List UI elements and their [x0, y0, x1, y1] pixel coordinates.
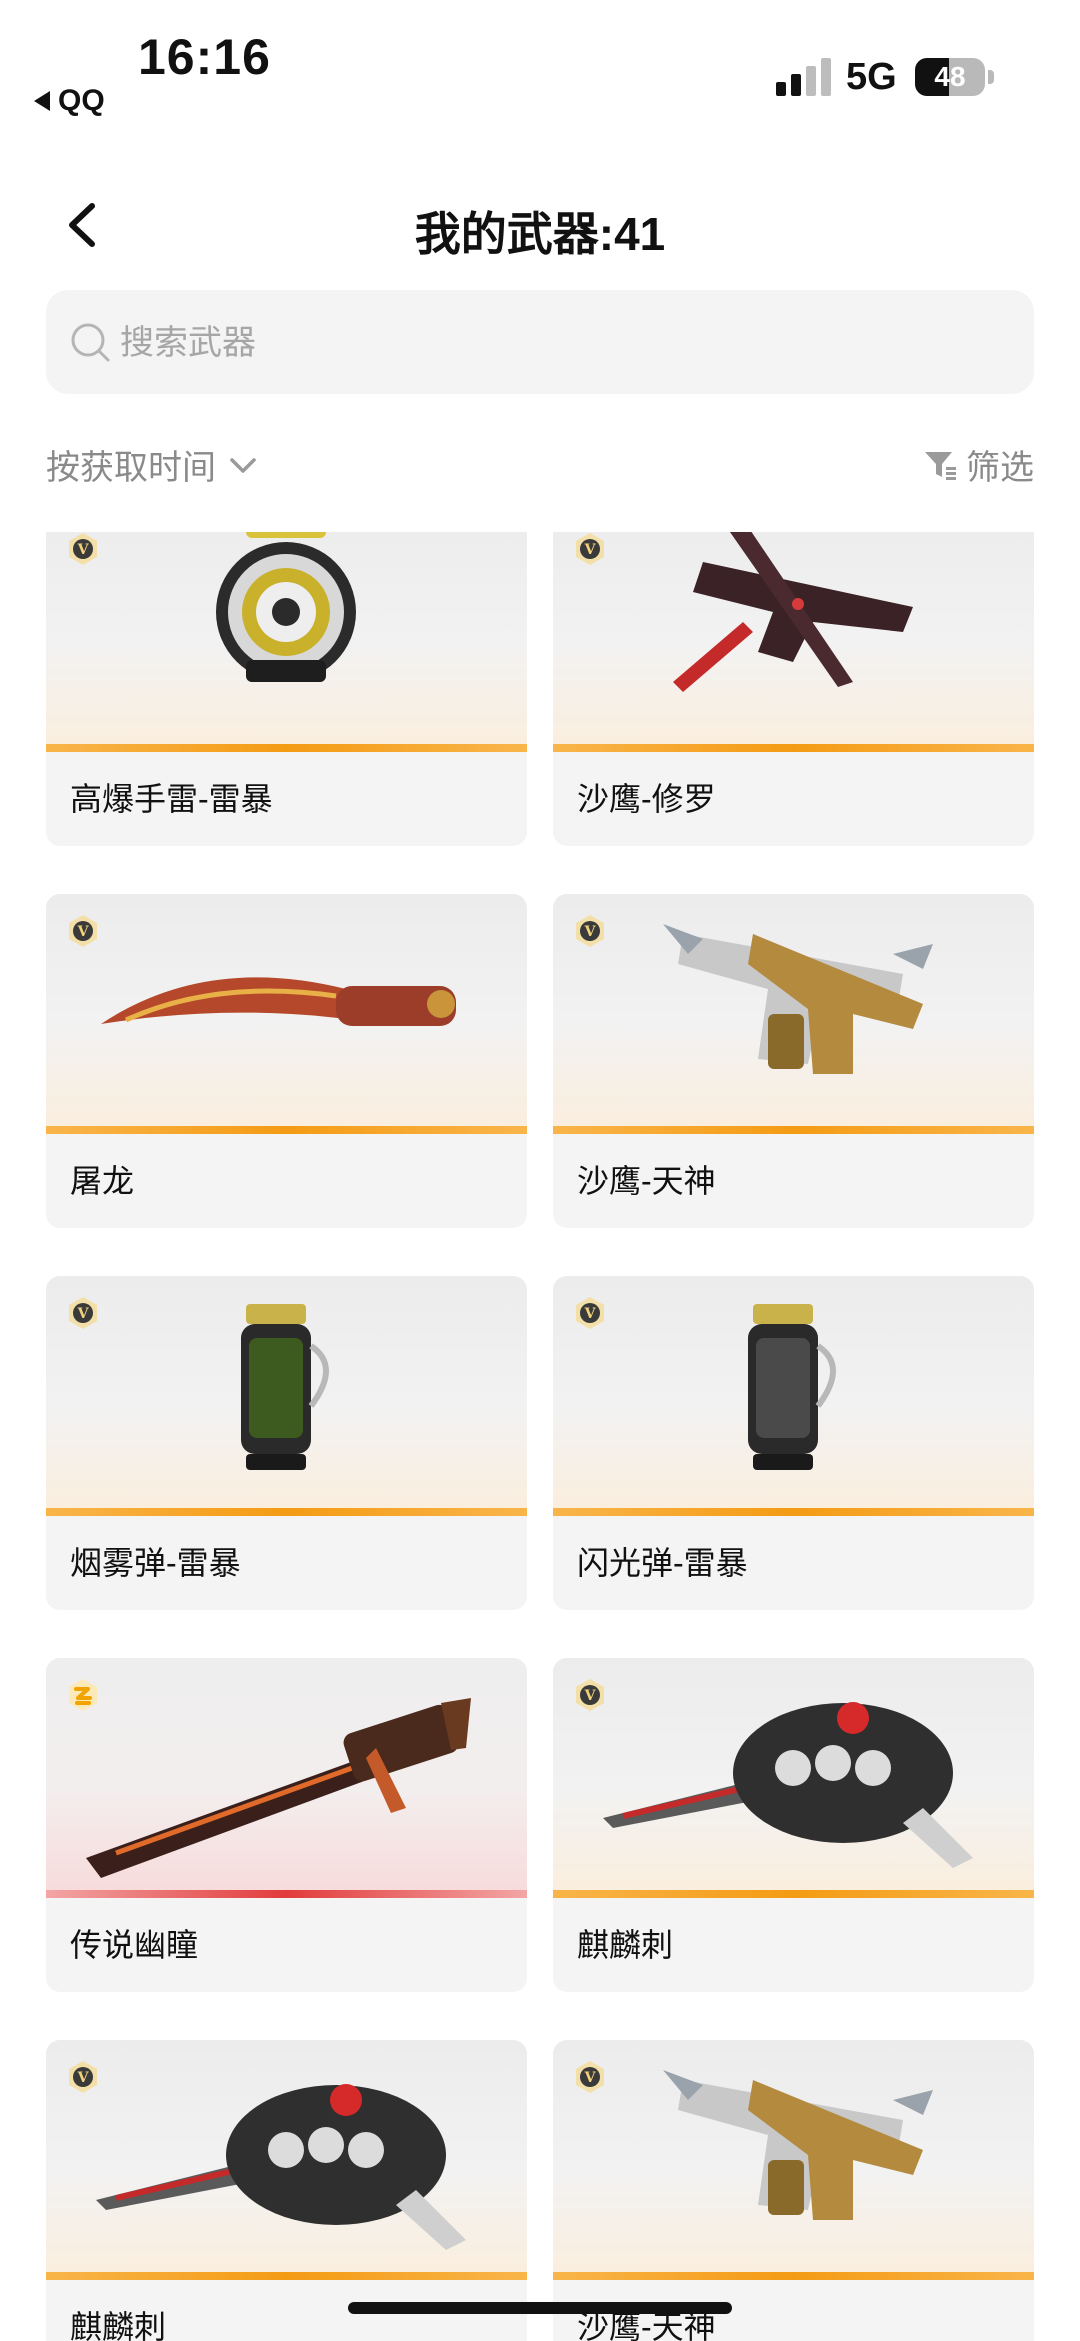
weapon-image: V	[553, 1658, 1034, 1898]
weapon-name: 烟雾弹-雷暴	[70, 1545, 241, 1581]
pistol-icon	[673, 532, 913, 692]
back-app-label: QQ	[58, 84, 105, 117]
rarity-bar	[553, 744, 1034, 752]
battery-tip	[988, 70, 994, 84]
weapon-name: 麒麟刺	[577, 1927, 674, 1963]
grenade-icon	[216, 532, 356, 682]
weapon-card[interactable]: V 沙鹰-修罗	[553, 532, 1034, 846]
weapon-image: V	[46, 894, 527, 1134]
signal-strength-icon	[776, 52, 831, 96]
search-input[interactable]	[118, 290, 1002, 396]
status-time: 16:16	[138, 29, 271, 85]
weapon-card[interactable]: V 麒麟刺	[46, 2040, 527, 2341]
flash-grenade-icon	[748, 1304, 836, 1470]
weapon-image: V	[553, 894, 1034, 1134]
svg-text:V: V	[584, 1306, 597, 1322]
weapon-name: 麒麟刺	[70, 2309, 167, 2341]
weapon-card[interactable]: V 烟雾弹-雷暴	[46, 1276, 527, 1610]
filter-label: 筛选	[966, 449, 1034, 487]
rarity-bar	[46, 1126, 527, 1134]
svg-text:V: V	[77, 542, 90, 558]
search-icon	[71, 323, 110, 362]
back-to-app-link[interactable]: QQ	[34, 84, 105, 118]
rarity-bar	[46, 2272, 527, 2280]
weapon-image: V	[46, 2040, 527, 2280]
weapon-image: V	[553, 2040, 1034, 2280]
weapon-grid-viewport: V 高爆手雷-雷暴 V 沙鹰-修罗 V 屠龙 V 沙鹰-天神 V 烟雾弹-雷暴 V 闪光弹-…	[0, 532, 1080, 2341]
navigation-bar: 我的武器:41	[0, 180, 1080, 270]
weapon-name: 沙鹰-天神	[577, 1163, 716, 1199]
rarity-bar	[46, 1508, 527, 1516]
sort-label: 按获取时间	[46, 449, 216, 487]
rarity-bar	[46, 1890, 527, 1898]
svg-text:V: V	[77, 1306, 90, 1322]
sort-dropdown[interactable]: 按获取时间	[46, 440, 260, 489]
status-bar: 16:16 QQ 5G 48	[0, 0, 1080, 130]
weapon-card[interactable]: 传说幽瞳	[46, 1658, 527, 1992]
sniper-rifle-icon	[86, 1698, 471, 1878]
weapon-image: V	[553, 532, 1034, 752]
weapon-card[interactable]: V 沙鹰-天神	[553, 894, 1034, 1228]
weapon-name: 沙鹰-修罗	[577, 781, 716, 817]
dual-pistols-icon	[663, 924, 933, 1074]
weapon-grid: V 高爆手雷-雷暴 V 沙鹰-修罗 V 屠龙 V 沙鹰-天神 V 烟雾弹-雷暴 V 闪光弹-…	[46, 532, 1034, 2341]
filter-button[interactable]: 筛选	[922, 440, 1034, 489]
svg-text:V: V	[77, 924, 90, 940]
weapon-name: 屠龙	[70, 1163, 135, 1199]
weapon-image: V	[553, 1276, 1034, 1516]
rarity-bar	[553, 1508, 1034, 1516]
battery-icon: 48	[915, 58, 985, 96]
svg-text:V: V	[584, 924, 597, 940]
back-triangle-icon	[34, 91, 50, 111]
weapon-card[interactable]: V 麒麟刺	[553, 1658, 1034, 1992]
battery-level: 48	[934, 61, 966, 92]
network-type: 5G	[846, 56, 897, 98]
smoke-grenade-icon	[241, 1304, 329, 1470]
weapon-card[interactable]: V 屠龙	[46, 894, 527, 1228]
search-bar[interactable]	[46, 290, 1034, 396]
home-indicator[interactable]	[348, 2302, 732, 2314]
rarity-bar	[553, 1126, 1034, 1134]
svg-text:V: V	[584, 542, 597, 558]
rarity-bar	[553, 2272, 1034, 2280]
weapon-name: 闪光弹-雷暴	[577, 1545, 748, 1581]
machete-icon	[101, 977, 456, 1026]
svg-text:V: V	[584, 1688, 597, 1704]
weapon-card[interactable]: V 高爆手雷-雷暴	[46, 532, 527, 846]
dual-pistols-icon	[663, 2070, 933, 2220]
rarity-bar	[553, 1890, 1034, 1898]
chevron-down-icon	[230, 457, 256, 473]
rarity-bar	[46, 744, 527, 752]
svg-text:V: V	[77, 2070, 90, 2086]
weapon-image: V	[46, 1276, 527, 1516]
weapon-name: 传说幽瞳	[70, 1927, 199, 1963]
svg-text:V: V	[584, 2070, 597, 2086]
weapon-card[interactable]: V 闪光弹-雷暴	[553, 1276, 1034, 1610]
filter-icon	[925, 451, 956, 480]
page-title: 我的武器:41	[414, 208, 666, 260]
weapon-name: 高爆手雷-雷暴	[70, 781, 273, 817]
weapon-card[interactable]: V 沙鹰-天神	[553, 2040, 1034, 2341]
knuckle-blade-icon	[96, 2084, 466, 2250]
weapon-image: V	[46, 532, 527, 752]
knuckle-blade-icon	[603, 1702, 973, 1868]
weapon-image	[46, 1658, 527, 1898]
